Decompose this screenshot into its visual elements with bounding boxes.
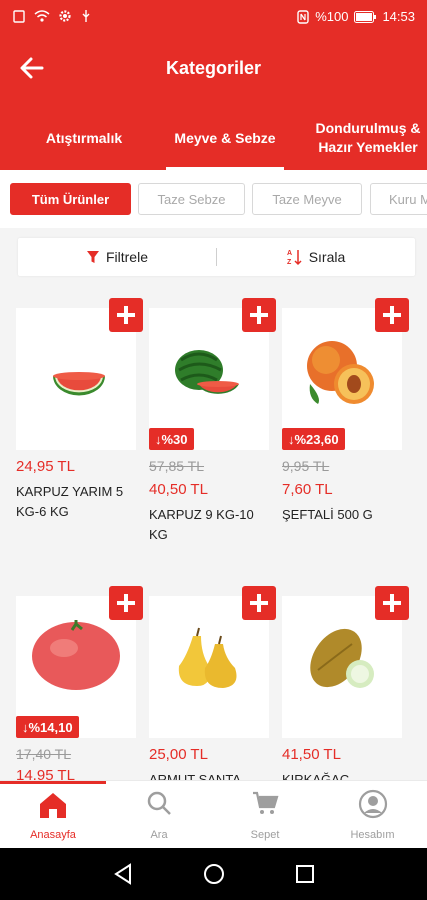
product-price: 24,95 TL xyxy=(16,458,75,475)
svg-text:Z: Z xyxy=(287,259,292,266)
tab-meyve-sebze[interactable]: Meyve & Sebze xyxy=(166,106,284,170)
product-name: KARPUZ 9 KG-10 KG xyxy=(149,507,254,542)
filter-icon xyxy=(86,251,99,263)
tab-dondurulmus[interactable]: Dondurulmuş & Hazır Yemekler xyxy=(306,106,427,170)
product-price: 41,50 TL xyxy=(282,746,341,763)
tab-atistirmalik[interactable]: Atıştırmalık xyxy=(22,106,146,170)
category-tabs: Atıştırmalık Meyve & Sebze Dondurulmuş &… xyxy=(0,106,427,170)
app-header: Kategoriler Atıştırmalık Meyve & Sebze D… xyxy=(0,36,427,170)
add-to-cart-button[interactable] xyxy=(242,586,276,620)
product-price: 7,60 TL xyxy=(282,481,333,498)
discount-badge: ↓ %14,10 xyxy=(16,716,79,738)
sim-icon xyxy=(13,10,25,23)
filter-sort-bar: Filtrele AZ Sırala xyxy=(18,238,415,276)
search-icon xyxy=(147,791,171,815)
nav-sepet[interactable]: Sepet xyxy=(212,781,318,849)
chip-kuru[interactable]: Kuru M xyxy=(370,183,427,215)
nav-anasayfa[interactable]: Anasayfa xyxy=(0,781,106,849)
product-price: 25,00 TL xyxy=(149,746,208,763)
nfc-icon xyxy=(297,9,309,24)
old-price: 9,95 TL xyxy=(282,458,330,474)
discount-badge: ↓ %30 xyxy=(149,428,194,450)
back-triangle-icon[interactable] xyxy=(112,862,134,886)
home-circle-icon[interactable] xyxy=(203,862,225,886)
filter-button[interactable]: Filtrele xyxy=(18,238,216,276)
battery-icon xyxy=(354,10,377,23)
sort-button[interactable]: AZ Sırala xyxy=(217,238,415,276)
battery-percent: %100 xyxy=(315,9,349,24)
product-name: ŞEFTALİ 500 G xyxy=(282,507,373,522)
usb-icon xyxy=(82,10,90,22)
old-price: 57,85 TL xyxy=(149,458,205,474)
settings-icon xyxy=(59,10,71,22)
chip-taze-meyve[interactable]: Taze Meyve xyxy=(252,183,362,215)
system-navigation-bar xyxy=(0,848,427,900)
bottom-navigation: Anasayfa Ara Sepet Hesabım xyxy=(0,780,427,848)
add-to-cart-button[interactable] xyxy=(375,298,409,332)
account-icon xyxy=(358,789,387,819)
nav-hesabim[interactable]: Hesabım xyxy=(318,781,427,849)
add-to-cart-button[interactable] xyxy=(109,298,143,332)
status-bar: %100 14:53 xyxy=(0,0,427,36)
sort-icon: AZ xyxy=(287,250,302,266)
clock: 14:53 xyxy=(382,9,415,24)
page-title: Kategoriler xyxy=(165,58,262,78)
nav-ara[interactable]: Ara xyxy=(106,781,212,849)
recents-square-icon[interactable] xyxy=(294,862,316,886)
sort-label: Sırala xyxy=(308,249,346,265)
chip-taze-sebze[interactable]: Taze Sebze xyxy=(138,183,245,215)
screen: %100 14:53 Kategoriler Atıştırmalık Meyv… xyxy=(0,0,427,900)
add-to-cart-button[interactable] xyxy=(375,586,409,620)
wifi-icon xyxy=(34,10,50,22)
svg-text:A: A xyxy=(287,250,292,257)
subcategory-chips: Tüm Ürünler Taze Sebze Taze Meyve Kuru M xyxy=(0,170,427,228)
product-grid: 24,95 TL KARPUZ YARIM 5 KG-6 KG ↓ %30 57,… xyxy=(0,288,427,780)
product-price: 40,50 TL xyxy=(149,481,208,498)
product-name: ARMUT SANTA xyxy=(149,772,241,780)
discount-badge: ↓ %23,60 xyxy=(282,428,345,450)
product-name: KARPUZ YARIM 5 KG-6 KG xyxy=(16,484,124,519)
active-indicator xyxy=(0,781,106,784)
chip-tum-urunler[interactable]: Tüm Ürünler xyxy=(10,183,131,215)
home-icon xyxy=(40,793,66,818)
cart-icon xyxy=(253,791,279,814)
filter-label: Filtrele xyxy=(105,249,148,265)
add-to-cart-button[interactable] xyxy=(242,298,276,332)
product-name: KIRKAĞAÇ xyxy=(282,772,350,780)
add-to-cart-button[interactable] xyxy=(109,586,143,620)
old-price: 17,40 TL xyxy=(16,746,72,762)
product-price: 14,95 TL xyxy=(16,767,75,780)
